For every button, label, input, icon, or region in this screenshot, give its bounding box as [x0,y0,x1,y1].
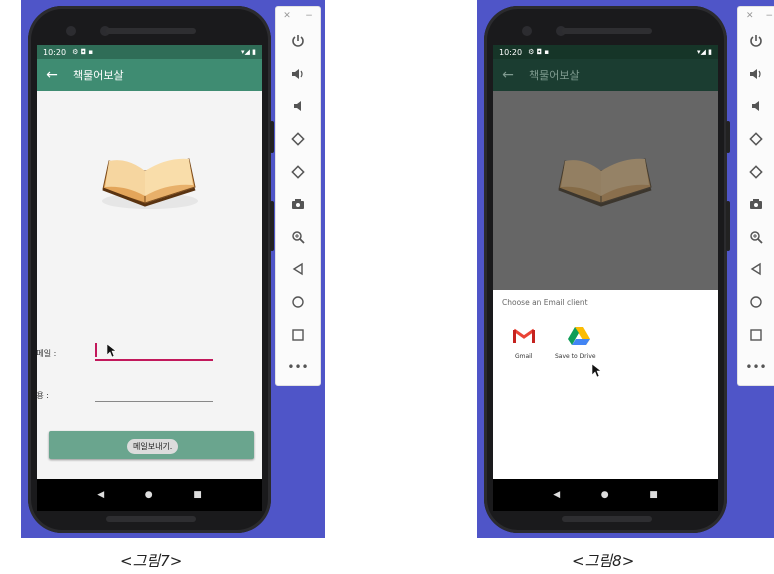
status-time: 10:20 [43,47,67,57]
volume-down-icon[interactable] [738,90,774,123]
app-screen: 10:20 ⚙ ◘ ▪ ▾◢ ▮ ← 책물어보살 이메일 : [37,45,262,511]
overview-icon[interactable] [738,318,774,351]
nav-back-icon[interactable]: ◀ [97,490,104,500]
email-chooser-sheet: Choose an Email client Gmail Save to Dri… [493,290,718,479]
nav-back-icon[interactable]: ◀ [553,490,560,500]
book-image [558,158,652,207]
book-image [102,158,198,209]
emulator-toolbar: ✕ − ••• [737,6,774,386]
chooser-title: Choose an Email client [502,298,588,307]
nav-home-icon[interactable]: ● [145,490,153,500]
camera-icon[interactable] [276,188,320,221]
status-time: 10:20 [499,47,523,57]
bottom-speaker [106,516,196,522]
nav-bar: ◀ ● ■ [493,479,718,511]
app-title: 책물어보살 [73,69,124,82]
front-camera [522,26,532,36]
app-screen: 10:20 ⚙ ◘ ▪ ▾◢ ▮ ← 책물어보살 Choose an Email… [493,45,718,511]
app-title: 책물어보살 [529,69,580,82]
status-icons: ⚙ ◘ ▪ [72,48,94,56]
email-label: 이메일 : [37,349,57,358]
rotate-left-icon[interactable] [738,123,774,156]
zoom-icon[interactable] [276,221,320,254]
nav-bar: ◀ ● ■ [37,479,262,511]
nav-recents-icon[interactable]: ■ [193,490,202,500]
app-option-drive[interactable]: Save to Drive [553,324,607,368]
volume-down-icon[interactable] [276,90,320,123]
status-icons: ⚙ ◘ ▪ [528,48,550,56]
more-icon[interactable]: ••• [738,351,774,384]
app-option-gmail[interactable]: Gmail [507,328,543,368]
drive-label: Save to Drive [555,353,596,360]
figure8-panel: 10:20 ⚙ ◘ ▪ ▾◢ ▮ ← 책물어보살 Choose an Email… [477,0,774,538]
signal-battery-icon: ▾◢ ▮ [697,48,712,56]
rotate-right-icon[interactable] [738,155,774,188]
nav-recents-icon[interactable]: ■ [649,490,658,500]
back-arrow-icon[interactable]: ← [37,67,67,83]
google-drive-icon [568,327,590,345]
front-camera [66,26,76,36]
phone-frame: 10:20 ⚙ ◘ ▪ ▾◢ ▮ ← 책물어보살 Choose an Email… [484,6,730,533]
close-icon[interactable]: ✕ [283,11,291,21]
mouse-cursor-icon [592,364,602,378]
minimize-icon[interactable]: − [305,11,313,21]
volume-up-icon[interactable] [276,58,320,91]
toolbar-window-controls: ✕ − [738,7,774,25]
top-speaker [106,28,196,34]
app-bar: ← 책물어보살 [493,59,718,91]
status-bar: 10:20 ⚙ ◘ ▪ ▾◢ ▮ [37,45,262,59]
side-button [270,121,274,153]
emulator-toolbar: ✕ − ••• [275,6,321,386]
side-button [270,201,274,251]
mouse-cursor-icon [107,344,117,358]
rotate-right-icon[interactable] [276,155,320,188]
back-icon[interactable] [738,253,774,286]
phone-frame: 10:20 ⚙ ◘ ▪ ▾◢ ▮ ← 책물어보살 이메일 : [28,6,274,533]
content-label: 내용 : [37,391,49,400]
gmail-icon [513,328,535,343]
camera-icon[interactable] [738,188,774,221]
content-input[interactable] [95,385,213,402]
gmail-label: Gmail [515,353,533,360]
bottom-speaker [562,516,652,522]
home-icon[interactable] [738,286,774,319]
back-icon[interactable] [276,253,320,286]
power-icon[interactable] [738,25,774,58]
status-bar: 10:20 ⚙ ◘ ▪ ▾◢ ▮ [493,45,718,59]
minimize-icon[interactable]: − [766,11,774,21]
zoom-icon[interactable] [738,221,774,254]
top-speaker [562,28,652,34]
rotate-left-icon[interactable] [276,123,320,156]
send-mail-label: 메일보내기. [127,439,179,454]
close-icon[interactable]: ✕ [746,11,754,21]
nav-home-icon[interactable]: ● [601,490,609,500]
home-icon[interactable] [276,286,320,319]
app-bar: ← 책물어보살 [37,59,262,91]
power-icon[interactable] [276,25,320,58]
volume-up-icon[interactable] [738,58,774,91]
back-arrow-icon[interactable]: ← [493,67,523,83]
side-button [726,121,730,153]
more-icon[interactable]: ••• [276,351,320,384]
toolbar-window-controls: ✕ − [276,7,320,25]
caption-figure7: <그림7> [120,552,183,570]
side-button [726,201,730,251]
overview-icon[interactable] [276,318,320,351]
caption-figure8: <그림8> [572,552,635,570]
send-mail-button[interactable]: 메일보내기. [49,431,254,459]
text-cursor [95,343,97,357]
signal-battery-icon: ▾◢ ▮ [241,48,256,56]
